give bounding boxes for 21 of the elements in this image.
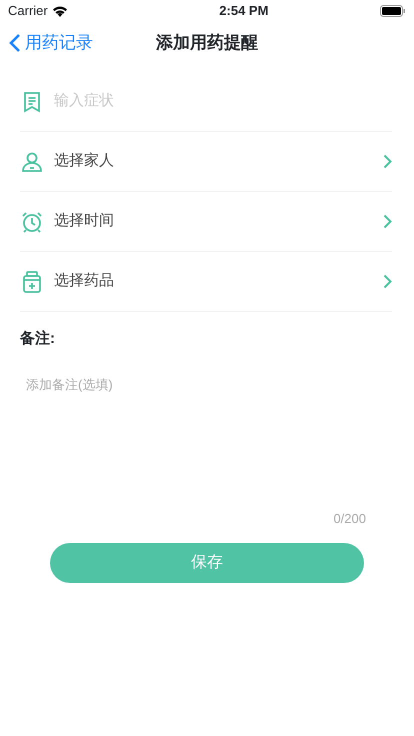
- select-row[interactable]: 选择家人: [20, 132, 392, 192]
- back-button[interactable]: 用药记录: [8, 30, 93, 56]
- notes-label: 备注:: [20, 329, 55, 349]
- carrier-label: Carrier: [8, 2, 48, 20]
- row-label: 选择药品: [54, 271, 115, 292]
- page-title: 添加用药提醒: [156, 33, 258, 52]
- chevron-right-icon: [383, 214, 392, 229]
- person-icon: [20, 150, 44, 174]
- medicine-bottle-icon: [20, 270, 44, 294]
- chevron-right-icon: [383, 154, 392, 169]
- battery-icon: [380, 5, 406, 17]
- row-label: 选择时间: [54, 211, 115, 232]
- alarm-clock-icon: [20, 210, 44, 234]
- wifi-icon: [52, 5, 68, 17]
- select-row[interactable]: 选择药品: [20, 252, 392, 312]
- chevron-right-icon: [383, 274, 392, 289]
- select-row[interactable]: 选择时间: [20, 192, 392, 252]
- row-label: 选择家人: [54, 151, 115, 172]
- character-counter: 0/200: [333, 510, 366, 528]
- back-icon: [8, 33, 21, 53]
- clock-time: 2:54 PM: [219, 2, 268, 20]
